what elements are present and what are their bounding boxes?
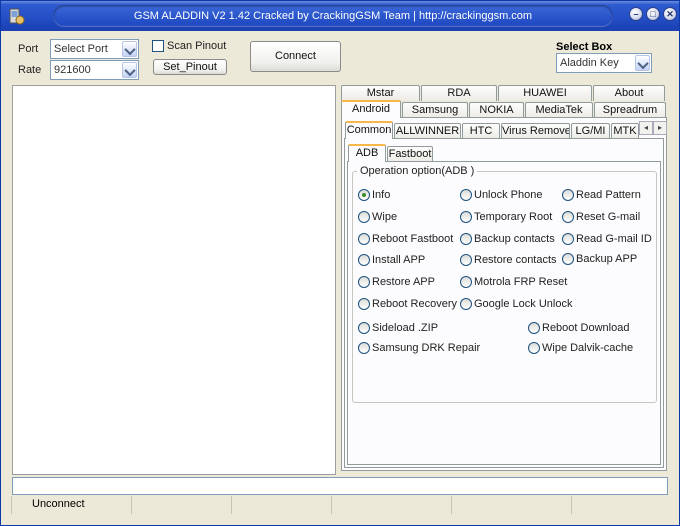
tab-scroll: ◂ ▸ bbox=[639, 121, 667, 135]
scan-pinout-checkbox[interactable] bbox=[152, 40, 164, 52]
tab-htc[interactable]: HTC bbox=[462, 123, 500, 139]
tab-fastboot[interactable]: Fastboot bbox=[387, 146, 433, 162]
rate-select[interactable]: 921600 bbox=[50, 60, 139, 80]
status-cell-6 bbox=[571, 496, 671, 514]
tab-nokia[interactable]: NOKIA bbox=[469, 102, 524, 118]
main-window: GSM ALADDIN V2 1.42 Cracked by CrackingG… bbox=[0, 0, 680, 526]
tab-samsung[interactable]: Samsung bbox=[402, 102, 468, 118]
scan-pinout-label: Scan Pinout bbox=[167, 40, 227, 52]
tab-huawei[interactable]: HUAWEI bbox=[498, 85, 592, 101]
tab-adb[interactable]: ADB bbox=[348, 144, 386, 162]
chevron-down-icon[interactable] bbox=[122, 41, 137, 57]
maximize-button[interactable]: □ bbox=[646, 7, 660, 21]
status-cell-5 bbox=[451, 496, 571, 514]
box-select-value: Aladdin Key bbox=[560, 57, 619, 69]
tab-rda[interactable]: RDA bbox=[421, 85, 497, 101]
log-output[interactable] bbox=[12, 85, 336, 475]
chevron-down-icon[interactable] bbox=[122, 62, 137, 78]
chevron-right-icon[interactable]: ▸ bbox=[653, 121, 667, 135]
connect-button[interactable]: Connect bbox=[250, 41, 341, 72]
tab-virus-remove[interactable]: Virus Remove bbox=[501, 123, 570, 139]
chevron-left-icon[interactable]: ◂ bbox=[639, 121, 653, 135]
tab-about[interactable]: About bbox=[593, 85, 665, 101]
tab-spreadrum[interactable]: Spreadrum bbox=[594, 102, 666, 118]
port-select[interactable]: Select Port bbox=[50, 39, 139, 59]
operation-group-title: Operation option(ADB ) bbox=[357, 165, 478, 177]
app-icon bbox=[9, 8, 25, 25]
window-title: GSM ALADDIN V2 1.42 Cracked by CrackingG… bbox=[53, 5, 613, 27]
minimize-button[interactable]: – bbox=[629, 7, 643, 21]
box-select[interactable]: Aladdin Key bbox=[556, 53, 652, 73]
set-pinout-button[interactable]: Set_Pinout bbox=[153, 59, 227, 75]
tab-lg-mi[interactable]: LG/MI bbox=[571, 123, 610, 139]
rate-select-value: 921600 bbox=[54, 64, 91, 76]
tab-common[interactable]: Common bbox=[345, 121, 393, 139]
status-cell-3 bbox=[231, 496, 331, 514]
progress-field bbox=[12, 477, 668, 495]
tab-mtk[interactable]: MTK bbox=[611, 123, 639, 139]
select-box-label: Select Box bbox=[556, 41, 613, 53]
status-cell-4 bbox=[331, 496, 451, 514]
title-bar[interactable]: GSM ALADDIN V2 1.42 Cracked by CrackingG… bbox=[1, 1, 679, 31]
port-label: Port bbox=[18, 43, 39, 55]
tab-mediatek[interactable]: MediaTek bbox=[525, 102, 593, 118]
tab-allwinner[interactable]: ALLWINNER bbox=[394, 123, 461, 139]
connection-status: Unconnect bbox=[11, 496, 131, 514]
close-button[interactable]: ✕ bbox=[663, 7, 677, 21]
tab-mstar[interactable]: Mstar bbox=[341, 85, 420, 101]
status-cell-2 bbox=[131, 496, 231, 514]
port-select-value: Select Port bbox=[54, 43, 108, 55]
status-bar: Unconnect bbox=[1, 496, 679, 516]
rate-label: Rate bbox=[18, 64, 42, 76]
chevron-down-icon[interactable] bbox=[635, 55, 650, 71]
tab-android[interactable]: Android bbox=[341, 100, 401, 118]
